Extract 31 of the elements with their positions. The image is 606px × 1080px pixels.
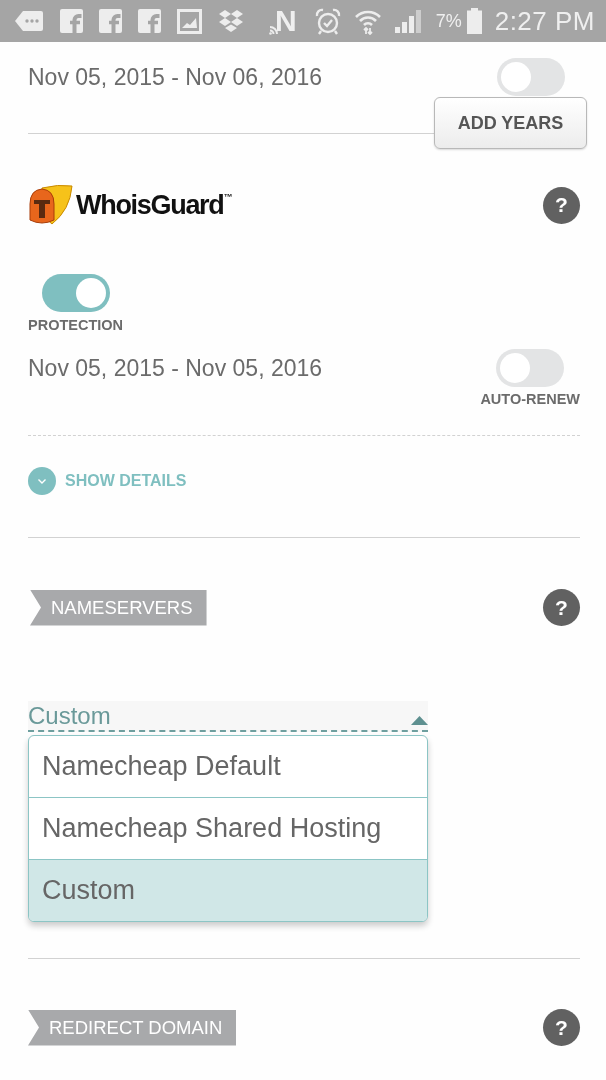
auto-renew-label: AUTO-RENEW	[480, 391, 580, 407]
f-tile-icon	[138, 9, 161, 33]
picture-icon	[177, 8, 202, 34]
tag-icon	[14, 10, 44, 32]
dropdown-option[interactable]: Namecheap Default	[29, 736, 427, 798]
toggle-switch[interactable]	[496, 349, 565, 387]
status-time: 2:27 PM	[494, 5, 595, 37]
help-button[interactable]: ?	[543, 1009, 580, 1046]
battery-icon	[466, 8, 482, 34]
registration-dates: Nov 05, 2015 - Nov 06, 2016	[28, 63, 323, 91]
add-years-button[interactable]: ADD YEARS	[434, 97, 587, 149]
signal-icon	[394, 9, 423, 33]
protection-label: PROTECTION	[28, 317, 124, 333]
alarm-clock-icon	[314, 7, 341, 35]
logo-wordmark: WhoisGuard$^{™}$	[76, 189, 233, 221]
f-tile-icon	[60, 9, 83, 33]
section-tag: NAMESERVERS	[30, 589, 207, 626]
caret-icon	[411, 716, 428, 725]
chevron-down-icon	[28, 467, 56, 495]
f-tile-icon	[99, 9, 122, 33]
helmet-shield-icon	[28, 184, 74, 226]
dropdown-option[interactable]: Custom	[29, 860, 427, 921]
whoisguard-dates: Nov 05, 2015 - Nov 05, 2016	[28, 354, 323, 383]
toggle-switch[interactable]	[497, 58, 565, 96]
nameserver-select[interactable]: Custom	[28, 701, 428, 732]
toggle-switch[interactable]	[41, 274, 110, 312]
section-tag: REDIRECT DOMAIN	[28, 1009, 237, 1046]
battery-percent: 7%	[435, 10, 462, 32]
help-button[interactable]: ?	[543, 589, 580, 626]
help-button[interactable]: ?	[543, 186, 580, 224]
box-icon	[218, 9, 244, 33]
